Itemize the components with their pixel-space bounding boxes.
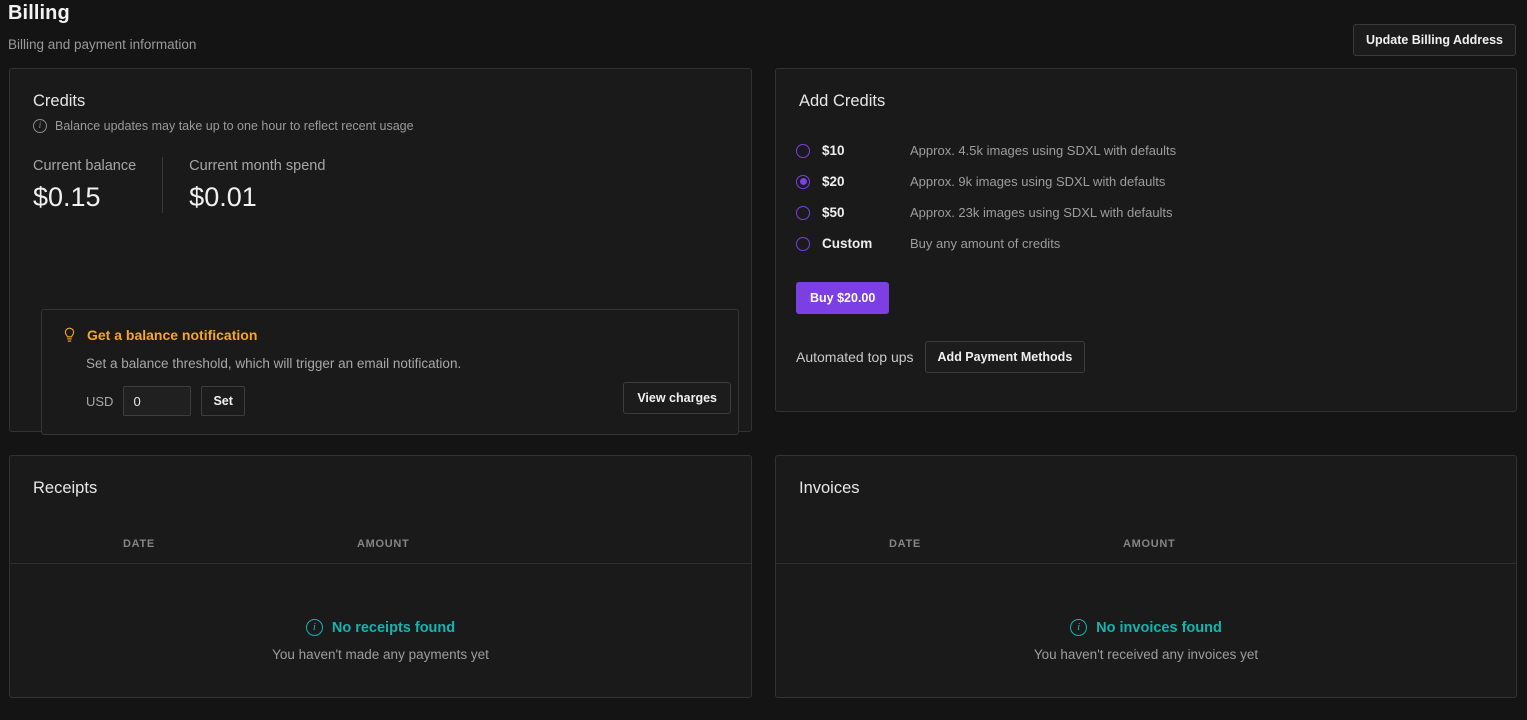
radio-icon[interactable]	[796, 143, 810, 158]
update-billing-address-button[interactable]: Update Billing Address	[1352, 24, 1516, 56]
receipts-card: Receipts DATE AMOUNT i No receipts found…	[9, 455, 752, 698]
buy-credits-button[interactable]: Buy $20.00	[796, 282, 890, 314]
page-header: Billing Billing and payment information	[8, 0, 196, 54]
invoices-empty-state: i No invoices found You haven't received…	[776, 564, 1516, 662]
notification-title: Get a balance notification	[87, 327, 258, 343]
add-payment-methods-button[interactable]: Add Payment Methods	[924, 341, 1086, 373]
add-credits-card: Add Credits $10 Approx. 4.5k images usin…	[775, 68, 1517, 412]
threshold-input[interactable]	[123, 386, 192, 416]
credit-option-10[interactable]: $10 Approx. 4.5k images using SDXL with …	[796, 135, 1516, 166]
credit-option-20[interactable]: $20 Approx. 9k images using SDXL with de…	[796, 166, 1516, 197]
empty-title: No invoices found	[1096, 619, 1222, 636]
lightbulb-icon	[64, 327, 75, 342]
receipts-title: Receipts	[33, 479, 98, 497]
credit-option-label: Custom	[822, 236, 873, 251]
set-threshold-button[interactable]: Set	[201, 386, 245, 416]
info-icon: i	[33, 119, 47, 133]
page-subtitle: Billing and payment information	[8, 37, 197, 52]
credits-title: Credits	[33, 92, 86, 110]
credit-option-custom[interactable]: Custom Buy any amount of credits	[796, 228, 1516, 259]
credit-option-50[interactable]: $50 Approx. 23k images using SDXL with d…	[796, 197, 1516, 228]
empty-subtitle: You haven't received any invoices yet	[1033, 647, 1259, 662]
notification-description: Set a balance threshold, which will trig…	[86, 356, 462, 371]
page-title: Billing	[8, 2, 70, 24]
column-header-amount: AMOUNT	[1123, 538, 1176, 550]
radio-icon-selected[interactable]	[796, 174, 810, 189]
receipts-empty-state: i No receipts found You haven't made any…	[10, 564, 751, 662]
automated-topups-row: Automated top ups Add Payment Methods	[776, 314, 1516, 373]
radio-icon[interactable]	[796, 236, 810, 251]
empty-subtitle: You haven't made any payments yet	[272, 647, 489, 662]
stat-label: Current balance	[33, 158, 137, 174]
receipts-table-header: DATE AMOUNT	[10, 534, 751, 564]
stat-label: Current month spend	[189, 158, 326, 174]
stat-current-month-spend: Current month spend $0.01	[162, 157, 325, 213]
empty-title: No receipts found	[331, 619, 456, 636]
stat-value: $0.15	[33, 182, 101, 212]
add-credits-title: Add Credits	[799, 92, 886, 110]
info-icon: i	[1070, 619, 1088, 636]
credit-option-description: Approx. 4.5k images using SDXL with defa…	[910, 143, 1177, 158]
credit-option-label: $50	[822, 205, 845, 220]
currency-label: USD	[86, 393, 114, 409]
column-header-date: DATE	[889, 538, 921, 550]
stat-current-balance: Current balance $0.15	[33, 157, 162, 213]
credit-option-description: Approx. 9k images using SDXL with defaul…	[910, 174, 1166, 189]
balance-stats: Current balance $0.15 Current month spen…	[10, 133, 751, 213]
balance-notification-box: Get a balance notification Set a balance…	[41, 309, 739, 435]
credits-card: Credits i Balance updates may take up to…	[9, 68, 752, 435]
credit-option-description: Buy any amount of credits	[910, 236, 1061, 251]
empty-title-row: i No invoices found	[776, 619, 1516, 636]
column-header-date: DATE	[123, 538, 155, 550]
radio-icon[interactable]	[796, 205, 810, 220]
credit-option-label: $20	[822, 174, 845, 189]
view-charges-button[interactable]: View charges	[623, 382, 731, 414]
balance-note-text: Balance updates may take up to one hour …	[55, 119, 414, 133]
info-icon: i	[305, 619, 323, 636]
automated-topups-label: Automated top ups	[796, 349, 914, 365]
notification-header: Get a balance notification	[42, 310, 738, 344]
empty-title-row: i No receipts found	[10, 619, 751, 636]
stat-value: $0.01	[189, 182, 257, 212]
invoices-table-header: DATE AMOUNT	[776, 534, 1516, 564]
credit-option-description: Approx. 23k images using SDXL with defau…	[910, 205, 1173, 220]
balance-note: i Balance updates may take up to one hou…	[10, 111, 751, 133]
invoices-title: Invoices	[799, 479, 860, 497]
column-header-amount: AMOUNT	[357, 538, 410, 550]
billing-page: Billing Billing and payment information …	[0, 0, 1527, 720]
credit-option-label: $10	[822, 143, 845, 158]
invoices-card: Invoices DATE AMOUNT i No invoices found…	[775, 455, 1517, 698]
credit-options-list: $10 Approx. 4.5k images using SDXL with …	[776, 111, 1516, 259]
